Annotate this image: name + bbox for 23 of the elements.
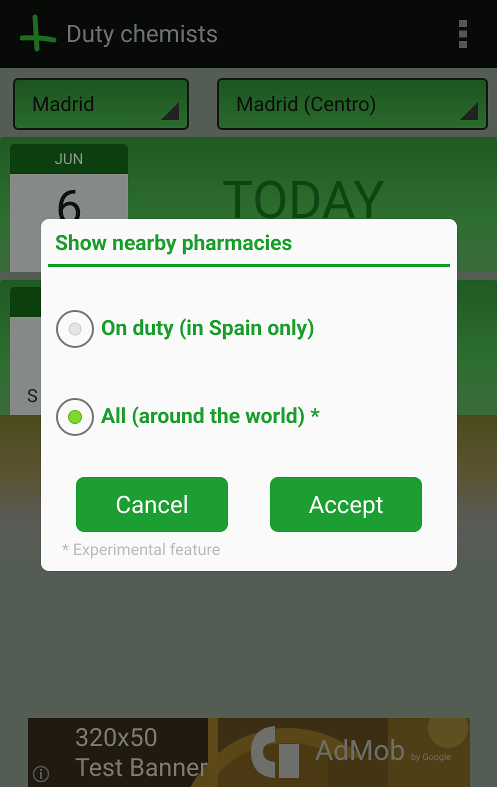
radio-button-icon[interactable] — [55, 397, 95, 437]
dialog-button[interactable]: Accept — [270, 477, 422, 532]
dialog-button[interactable]: Cancel — [76, 477, 228, 532]
admob-logo-icon — [251, 726, 299, 778]
banner-text: Test Banner — [75, 756, 208, 781]
calendar-month: JUN — [10, 144, 128, 174]
dropdown-corner-icon — [161, 102, 179, 120]
city-dropdown[interactable]: Madrid — [13, 78, 189, 130]
banner-size-text: 320x50 — [75, 726, 158, 751]
banner-brand: AdMob — [315, 737, 406, 765]
radio-option[interactable]: On duty (in Spain only) — [55, 309, 314, 349]
radio-button-icon[interactable] — [55, 309, 95, 349]
app-title: Duty chemists — [66, 20, 220, 48]
dialog-title: Show nearby pharmacies — [55, 232, 292, 256]
overflow-menu-icon[interactable] — [459, 20, 467, 48]
app-logo-icon[interactable] — [20, 14, 58, 54]
radio-option[interactable]: All (around the world) * — [55, 397, 320, 437]
city-dropdown[interactable]: Madrid (Centro) — [217, 78, 488, 130]
footnote-text: * Experimental feature — [62, 540, 220, 559]
calendar-text: S — [27, 386, 38, 407]
info-icon[interactable] — [32, 765, 50, 783]
banner-byline: by Google — [411, 753, 451, 763]
dropdown-corner-icon — [460, 102, 478, 120]
